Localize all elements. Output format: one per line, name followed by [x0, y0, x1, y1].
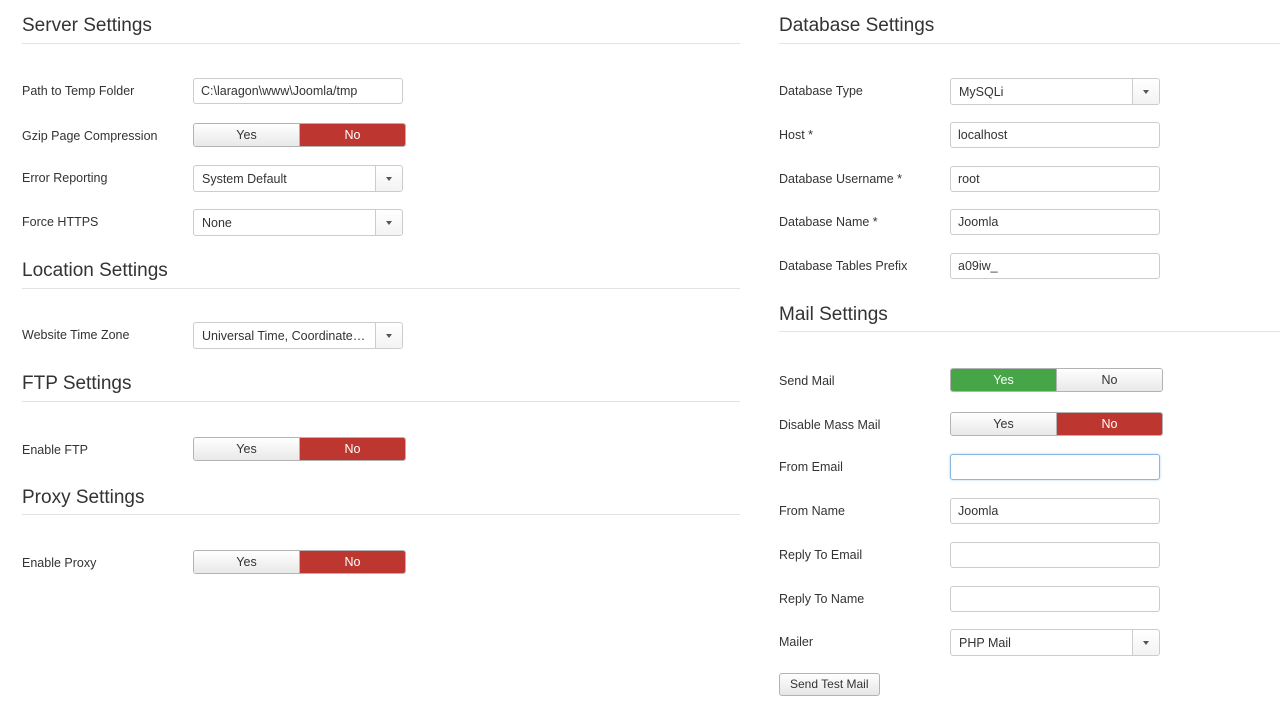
mailer-row: Mailer PHP Mail	[779, 629, 1280, 656]
mass-mail-toggle: Yes No	[950, 412, 1163, 436]
send-mail-no-option[interactable]: No	[1056, 369, 1162, 391]
reply-email-row: Reply To Email	[779, 542, 1280, 568]
mail-settings-rule	[779, 331, 1280, 332]
db-host-row: Host * localhost	[779, 122, 1280, 148]
enable-ftp-row: Enable FTP Yes No	[22, 437, 740, 463]
gzip-no-option[interactable]: No	[299, 124, 405, 146]
caret-down-icon	[386, 334, 392, 338]
db-name-row: Database Name * Joomla	[779, 209, 1280, 235]
from-name-row: From Name Joomla	[779, 498, 1280, 524]
db-username-input[interactable]: root	[950, 166, 1160, 192]
timezone-row: Website Time Zone Universal Time, Coordi…	[22, 322, 740, 349]
proxy-settings-title: Proxy Settings	[22, 487, 145, 508]
send-test-mail-button[interactable]: Send Test Mail	[779, 673, 880, 696]
enable-proxy-label: Enable Proxy	[22, 556, 97, 570]
enable-ftp-toggle: Yes No	[193, 437, 406, 461]
timezone-label: Website Time Zone	[22, 328, 130, 342]
database-settings-rule	[779, 43, 1280, 44]
send-mail-yes-option[interactable]: Yes	[951, 369, 1056, 391]
db-type-value: MySQLi	[959, 85, 1004, 99]
caret-down-icon	[1143, 90, 1149, 94]
force-https-select[interactable]: None	[193, 209, 403, 236]
gzip-row: Gzip Page Compression Yes No	[22, 123, 740, 149]
db-prefix-label: Database Tables Prefix	[779, 259, 908, 273]
from-email-label: From Email	[779, 460, 843, 474]
db-host-label: Host *	[779, 128, 814, 142]
timezone-dropdown-button[interactable]	[375, 323, 402, 348]
from-email-row: From Email	[779, 454, 1280, 480]
mass-mail-label: Disable Mass Mail	[779, 418, 881, 432]
mailer-value: PHP Mail	[959, 636, 1011, 650]
enable-ftp-yes-option[interactable]: Yes	[194, 438, 299, 460]
mail-settings-title: Mail Settings	[779, 304, 888, 325]
force-https-value: None	[202, 216, 232, 230]
force-https-row: Force HTTPS None	[22, 209, 740, 236]
ftp-settings-rule	[22, 401, 740, 402]
reply-email-label: Reply To Email	[779, 548, 863, 562]
temp-path-row: Path to Temp Folder C:\laragon\www\Jooml…	[22, 78, 740, 104]
enable-proxy-row: Enable Proxy Yes No	[22, 550, 740, 576]
timezone-value: Universal Time, Coordinated (UTC)	[202, 329, 368, 343]
db-prefix-input[interactable]: a09iw_	[950, 253, 1160, 279]
reply-name-input[interactable]	[950, 586, 1160, 612]
db-name-input[interactable]: Joomla	[950, 209, 1160, 235]
caret-down-icon	[386, 221, 392, 225]
error-reporting-label: Error Reporting	[22, 171, 108, 185]
send-mail-toggle: Yes No	[950, 368, 1163, 392]
enable-proxy-no-option[interactable]: No	[299, 551, 405, 573]
db-prefix-row: Database Tables Prefix a09iw_	[779, 253, 1280, 279]
database-settings-title: Database Settings	[779, 15, 935, 36]
temp-path-label: Path to Temp Folder	[22, 84, 135, 98]
from-name-label: From Name	[779, 504, 845, 518]
mass-mail-no-option[interactable]: No	[1056, 413, 1162, 435]
timezone-select[interactable]: Universal Time, Coordinated (UTC)	[193, 322, 403, 349]
enable-proxy-toggle: Yes No	[193, 550, 406, 574]
error-reporting-value: System Default	[202, 172, 287, 186]
gzip-toggle: Yes No	[193, 123, 406, 147]
send-mail-row: Send Mail Yes No	[779, 368, 1280, 394]
enable-ftp-label: Enable FTP	[22, 443, 89, 457]
server-settings-rule	[22, 43, 740, 44]
gzip-label: Gzip Page Compression	[22, 129, 158, 143]
mailer-select[interactable]: PHP Mail	[950, 629, 1160, 656]
force-https-dropdown-button[interactable]	[375, 210, 402, 235]
error-reporting-select[interactable]: System Default	[193, 165, 403, 192]
db-username-row: Database Username * root	[779, 166, 1280, 192]
db-type-dropdown-button[interactable]	[1132, 79, 1159, 104]
db-type-label: Database Type	[779, 84, 863, 98]
proxy-settings-rule	[22, 514, 740, 515]
db-type-row: Database Type MySQLi	[779, 78, 1280, 105]
db-username-label: Database Username *	[779, 172, 902, 186]
send-mail-label: Send Mail	[779, 374, 835, 388]
mass-mail-row: Disable Mass Mail Yes No	[779, 412, 1280, 438]
ftp-settings-title: FTP Settings	[22, 373, 132, 394]
enable-ftp-no-option[interactable]: No	[299, 438, 405, 460]
error-reporting-dropdown-button[interactable]	[375, 166, 402, 191]
db-name-label: Database Name *	[779, 215, 878, 229]
db-type-select[interactable]: MySQLi	[950, 78, 1160, 105]
db-host-input[interactable]: localhost	[950, 122, 1160, 148]
caret-down-icon	[1143, 641, 1149, 645]
reply-email-input[interactable]	[950, 542, 1160, 568]
mailer-dropdown-button[interactable]	[1132, 630, 1159, 655]
from-name-input[interactable]: Joomla	[950, 498, 1160, 524]
mass-mail-yes-option[interactable]: Yes	[951, 413, 1056, 435]
gzip-yes-option[interactable]: Yes	[194, 124, 299, 146]
location-settings-title: Location Settings	[22, 260, 168, 281]
force-https-label: Force HTTPS	[22, 215, 99, 229]
from-email-input[interactable]	[950, 454, 1160, 480]
reply-name-row: Reply To Name	[779, 586, 1280, 612]
reply-name-label: Reply To Name	[779, 592, 865, 606]
mailer-label: Mailer	[779, 635, 814, 649]
temp-path-input[interactable]: C:\laragon\www\Joomla/tmp	[193, 78, 403, 104]
caret-down-icon	[386, 177, 392, 181]
server-settings-title: Server Settings	[22, 15, 152, 36]
error-reporting-row: Error Reporting System Default	[22, 165, 740, 192]
location-settings-rule	[22, 288, 740, 289]
enable-proxy-yes-option[interactable]: Yes	[194, 551, 299, 573]
